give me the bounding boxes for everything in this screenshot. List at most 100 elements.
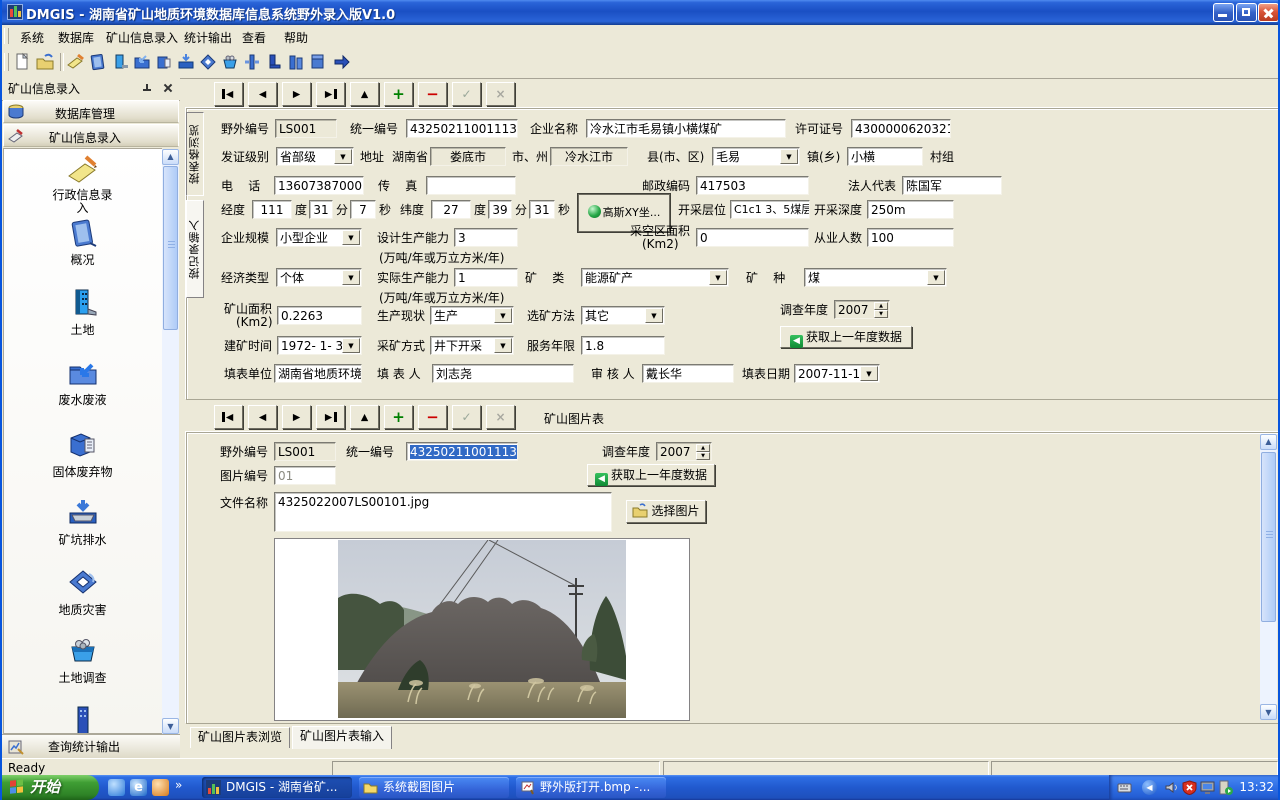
spin-down-icon[interactable]: ▼: [874, 310, 888, 318]
chevron-down-icon[interactable]: ▼: [494, 308, 512, 323]
chevron-down-icon[interactable]: ▼: [860, 366, 878, 381]
pic-unified-no-input[interactable]: 43250211001113: [406, 442, 518, 461]
chevron-down-icon[interactable]: ▼: [342, 230, 360, 245]
legal-rep-input[interactable]: 陈国军: [902, 176, 1002, 195]
mining-method-combo[interactable]: 井下开采▼: [430, 336, 514, 355]
build-time-combo[interactable]: 1972- 1- 3▼: [277, 336, 362, 355]
dressing-method-combo[interactable]: 其它▼: [581, 306, 665, 325]
pic-nav-add-button[interactable]: +: [384, 405, 413, 429]
sidebar-item-geohazard[interactable]: 地质灾害: [4, 567, 161, 617]
taskbar-task-paint[interactable]: 野外版打开.bmp -...: [516, 777, 666, 798]
workers-input[interactable]: 100: [867, 228, 954, 247]
chevron-down-icon[interactable]: ▼: [780, 149, 798, 164]
pic-get-prev-year-button[interactable]: ◀获取上一年度数据: [587, 464, 715, 486]
county-combo[interactable]: 毛易▼: [712, 147, 800, 166]
nav-add-button[interactable]: +: [384, 82, 413, 106]
file-name-input[interactable]: 4325022007LS00101.jpg: [274, 492, 612, 532]
sidebar-section-mine-entry[interactable]: 矿山信息录入: [3, 124, 179, 147]
sidebar-scroll-thumb[interactable]: [163, 166, 178, 330]
security-alert-icon[interactable]: [1182, 780, 1197, 795]
tab-picture-browse[interactable]: 矿山图片表浏览: [190, 727, 290, 748]
economy-type-combo[interactable]: 个体▼: [276, 268, 362, 287]
quick-launch-more-icon[interactable]: »: [175, 778, 182, 792]
fill-date-combo[interactable]: 2007-11-13▼: [794, 364, 880, 383]
pin-icon[interactable]: [141, 83, 152, 94]
scroll-up-icon[interactable]: ▲: [1260, 434, 1277, 450]
sidebar-item-admin-entry[interactable]: 行政信息录 入: [4, 152, 161, 215]
pic-nav-delete-button[interactable]: −: [418, 405, 447, 429]
spin-up-icon[interactable]: ▲: [874, 302, 888, 310]
minimize-button[interactable]: [1213, 3, 1234, 22]
archive-box-icon[interactable]: [308, 52, 328, 72]
city-input[interactable]: 娄底市: [430, 147, 506, 166]
pic-nav-up-button[interactable]: ▲: [350, 405, 379, 429]
filler-input[interactable]: 刘志尧: [432, 364, 574, 383]
spin-up-icon[interactable]: ▲: [696, 444, 710, 452]
chevron-down-icon[interactable]: ▼: [342, 338, 360, 353]
pic-nav-first-button[interactable]: ◀: [214, 405, 243, 429]
spin-down-icon[interactable]: ▼: [696, 452, 710, 460]
sidebar-item-land[interactable]: 土地: [4, 287, 161, 337]
get-prev-year-button[interactable]: ◀获取上一年度数据: [780, 326, 912, 348]
display-icon[interactable]: [1200, 780, 1215, 795]
lat-sec-input[interactable]: 31: [529, 200, 555, 219]
quick-launch-desktop-icon[interactable]: [108, 779, 125, 796]
taskbar-task-dmgis[interactable]: DMGIS - 湖南省矿...: [202, 777, 352, 798]
geohazard-ring-icon[interactable]: [198, 52, 218, 72]
cert-level-combo[interactable]: 省部级▼: [276, 147, 354, 166]
phone-input[interactable]: 13607387000: [274, 176, 364, 195]
keyboard-icon[interactable]: [1117, 780, 1132, 795]
nav-up-button[interactable]: ▲: [350, 82, 379, 106]
chevron-down-icon[interactable]: ▼: [927, 270, 945, 285]
pic-field-no-input[interactable]: LS001: [274, 442, 336, 461]
land-survey-bucket-icon[interactable]: [220, 52, 240, 72]
start-button[interactable]: 开始: [2, 775, 99, 800]
sidebar-item-partial[interactable]: [4, 705, 161, 734]
auditor-input[interactable]: 戴长华: [642, 364, 734, 383]
mine-area-input[interactable]: 0.2263: [277, 306, 362, 325]
tab-picture-entry[interactable]: 矿山图片表输入: [292, 726, 392, 749]
sidebar-item-land-survey[interactable]: 土地调查: [4, 635, 161, 685]
nav-last-button[interactable]: ▶: [316, 82, 345, 106]
scroll-down-icon[interactable]: ▼: [1260, 704, 1277, 720]
sidebar-section-database[interactable]: 数据库管理: [3, 100, 179, 123]
picture-scroll-thumb[interactable]: [1261, 452, 1276, 622]
buildings-icon[interactable]: [286, 52, 306, 72]
sidebar-item-overview[interactable]: 概况: [4, 217, 161, 267]
pic-nav-confirm-button[interactable]: ✓: [452, 405, 481, 429]
language-indicator-icon[interactable]: ◀: [1142, 780, 1157, 795]
lat-deg-input[interactable]: 27: [431, 200, 471, 219]
nav-first-button[interactable]: ◀: [214, 82, 243, 106]
report-column-icon[interactable]: [264, 52, 284, 72]
survey-year-spinner[interactable]: 2007▲▼: [834, 300, 890, 319]
menu-database[interactable]: 数据库: [58, 29, 94, 46]
lon-deg-input[interactable]: 111: [252, 200, 292, 219]
sidebar-section-query-output[interactable]: 查询统计输出: [2, 734, 180, 759]
host-computer-icon[interactable]: [1218, 780, 1233, 795]
new-document-icon[interactable]: [12, 52, 32, 72]
lat-min-input[interactable]: 39: [488, 200, 512, 219]
quick-launch-media-icon[interactable]: [152, 779, 169, 796]
clock[interactable]: 13:32: [1239, 780, 1274, 794]
pic-nav-next-button[interactable]: ▶: [282, 405, 311, 429]
chevron-down-icon[interactable]: ▼: [342, 270, 360, 285]
tab-record-entry[interactable]: 按记录输入: [186, 200, 204, 298]
nav-prev-button[interactable]: ◀: [248, 82, 277, 106]
pic-nav-prev-button[interactable]: ◀: [248, 405, 277, 429]
menu-view[interactable]: 查看: [242, 29, 266, 46]
overview-book-icon[interactable]: [88, 52, 108, 72]
sidebar-close-icon[interactable]: [162, 82, 174, 94]
service-years-input[interactable]: 1.8: [581, 336, 665, 355]
pic-no-input[interactable]: 01: [274, 466, 336, 485]
land-building-icon[interactable]: [110, 52, 130, 72]
production-status-combo[interactable]: 生产▼: [430, 306, 514, 325]
mining-layer-input[interactable]: C1c1 3、5煤层: [730, 200, 810, 219]
actual-capacity-input[interactable]: 1: [454, 268, 518, 287]
license-input[interactable]: 4300000620321: [851, 119, 951, 138]
chevron-down-icon[interactable]: ▼: [709, 270, 727, 285]
open-folder-icon[interactable]: [35, 52, 55, 72]
exit-arrow-icon[interactable]: [332, 52, 352, 72]
chevron-down-icon[interactable]: ▼: [494, 338, 512, 353]
sidebar-item-wastewater[interactable]: 废水废液: [4, 357, 161, 407]
close-button[interactable]: [1258, 3, 1279, 22]
